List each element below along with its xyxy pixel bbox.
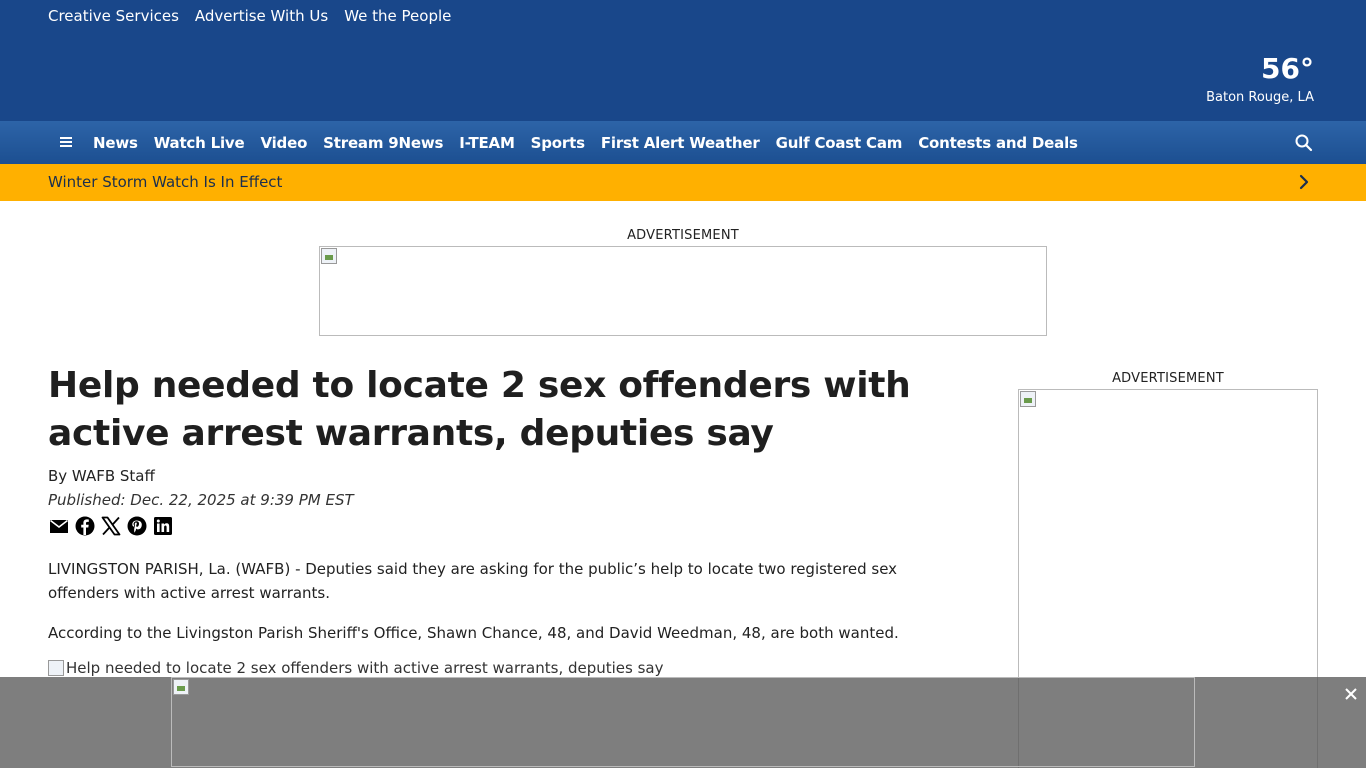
creative-services-link[interactable]: Creative Services [48, 7, 179, 25]
sticky-bottom-ad [0, 677, 1366, 768]
search-icon[interactable] [1294, 133, 1314, 153]
facebook-icon[interactable] [75, 516, 95, 536]
article-paragraph: According to the Livingston Parish Sheri… [48, 624, 899, 642]
article-headline: Help needed to locate 2 sex offenders wi… [48, 365, 911, 454]
email-icon[interactable] [49, 516, 69, 536]
nav-item-video[interactable]: Video [260, 134, 307, 152]
article-image-alt-text: Help needed to locate 2 sex offenders wi… [66, 659, 664, 677]
alert-text[interactable]: Winter Storm Watch Is In Effect [48, 173, 282, 191]
nav-item-i-team[interactable]: I-TEAM [459, 134, 515, 152]
top-ad-label: ADVERTISEMENT [627, 228, 739, 243]
advertise-link[interactable]: Advertise With Us [195, 7, 328, 25]
broken-image-icon [321, 248, 337, 264]
weather-temperature: 56° [1261, 52, 1314, 85]
bottom-ad-banner[interactable] [171, 677, 1195, 767]
nav-item-stream-9news[interactable]: Stream 9News [323, 134, 443, 152]
x-icon[interactable] [101, 516, 121, 536]
site-header: Creative Services Advertise With Us We t… [0, 0, 1366, 121]
nav-item-news[interactable]: News [93, 134, 138, 152]
broken-image-icon [48, 660, 64, 676]
pinterest-icon[interactable] [127, 516, 147, 536]
weather-alert-banner[interactable]: Winter Storm Watch Is In Effect [0, 164, 1366, 201]
weather-widget[interactable]: 56° Baton Rouge, LA [1206, 52, 1314, 105]
nav-item-gulf-coast-cam[interactable]: Gulf Coast Cam [776, 134, 903, 152]
top-ad-banner[interactable] [319, 246, 1047, 336]
chevron-right-icon[interactable] [1295, 173, 1313, 191]
broken-image-icon [1020, 391, 1036, 407]
nav-item-contests-and-deals[interactable]: Contests and Deals [918, 134, 1078, 152]
hamburger-menu-icon[interactable] [56, 132, 76, 152]
main-nav: News Watch Live Video Stream 9News I-TEA… [0, 121, 1366, 164]
broken-image-icon [173, 679, 189, 695]
we-the-people-link[interactable]: We the People [344, 7, 451, 25]
linkedin-icon[interactable] [153, 516, 173, 536]
close-icon[interactable] [1343, 686, 1359, 702]
side-ad-label: ADVERTISEMENT [1112, 371, 1224, 386]
article-paragraph: LIVINGSTON PARISH, La. (WAFB) - Deputies… [48, 560, 898, 602]
article-image[interactable]: Help needed to locate 2 sex offenders wi… [48, 658, 664, 678]
top-utility-links: Creative Services Advertise With Us We t… [48, 7, 451, 25]
nav-item-watch-live[interactable]: Watch Live [154, 134, 245, 152]
nav-item-sports[interactable]: Sports [531, 134, 585, 152]
nav-item-first-alert-weather[interactable]: First Alert Weather [601, 134, 760, 152]
nav-items: News Watch Live Video Stream 9News I-TEA… [93, 121, 1078, 164]
article-published-date: Published: Dec. 22, 2025 at 9:39 PM EST [48, 491, 354, 509]
weather-location: Baton Rouge, LA [1206, 90, 1314, 105]
article-byline: By WAFB Staff [48, 467, 155, 485]
share-buttons [49, 516, 173, 536]
